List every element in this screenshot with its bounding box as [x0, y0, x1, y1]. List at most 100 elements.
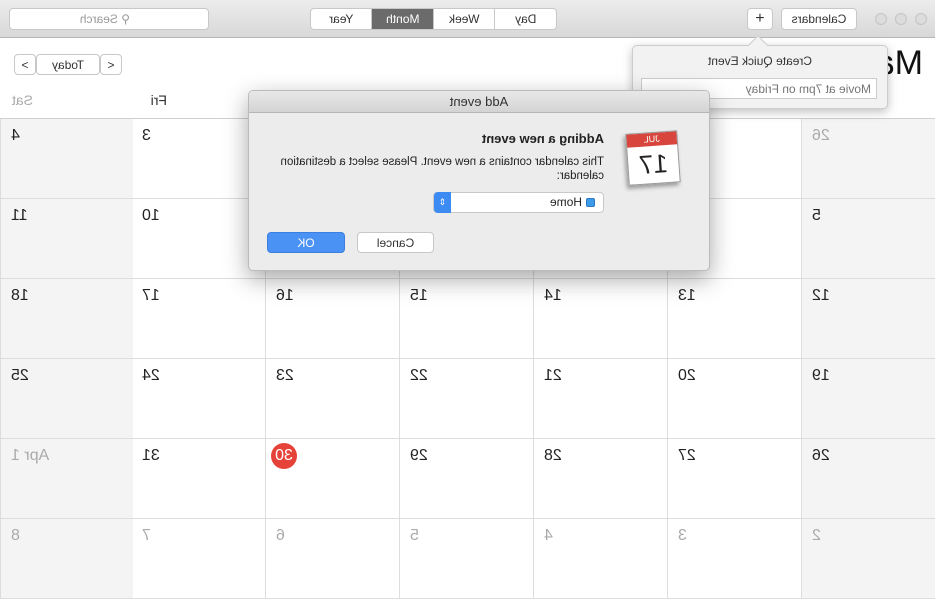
search-input[interactable]: ⚲ Search [9, 8, 209, 30]
prev-month-button[interactable]: < [100, 54, 122, 75]
day-cell[interactable]: 8 [0, 519, 133, 599]
tab-day[interactable]: Day [496, 9, 557, 29]
day-number: 25 [11, 367, 29, 384]
day-cell[interactable]: 12 [801, 279, 935, 359]
dialog-heading: Adding a new event [481, 131, 604, 146]
day-number: 28 [544, 447, 562, 464]
day-cell[interactable]: 21 [533, 359, 667, 439]
day-number: 13 [678, 287, 696, 304]
day-cell[interactable]: 23 [265, 359, 399, 439]
day-number: 18 [11, 287, 29, 304]
day-number: 20 [678, 367, 696, 384]
tab-month[interactable]: Month [372, 9, 434, 29]
add-event-button[interactable]: + [747, 8, 773, 30]
day-number: 24 [142, 367, 160, 384]
day-cell[interactable]: 3 [131, 119, 265, 199]
day-cell[interactable]: 4 [533, 519, 667, 599]
day-number: 11 [11, 207, 28, 224]
day-number: 17 [142, 287, 160, 304]
day-number: 5 [812, 207, 821, 224]
close-button[interactable] [915, 13, 927, 25]
calendar-select-value: Home [549, 195, 582, 209]
dialog-message: This calendar contains a new event. Plea… [280, 156, 604, 182]
day-number: 6 [276, 527, 285, 544]
search-placeholder: Search [79, 12, 118, 26]
today-button[interactable]: Today [36, 54, 100, 75]
day-number: 3 [678, 527, 687, 544]
day-number: 3 [142, 127, 151, 144]
day-number: 5 [410, 527, 419, 544]
cancel-button[interactable]: Cancel [357, 232, 434, 253]
day-number: 10 [142, 207, 160, 224]
day-cell[interactable]: 14 [533, 279, 667, 359]
view-switcher: Day Week Month Year [310, 8, 557, 30]
day-number: 22 [410, 367, 428, 384]
calendars-button[interactable]: Calendars [781, 8, 857, 30]
quick-event-title: Create Quick Event [707, 54, 813, 68]
day-cell[interactable]: 25 [0, 359, 133, 439]
day-number: 26 [812, 127, 830, 144]
tab-week[interactable]: Week [434, 9, 496, 29]
day-cell[interactable]: 16 [265, 279, 399, 359]
day-cell[interactable]: 26 [801, 119, 935, 199]
day-cell[interactable]: 10 [131, 199, 265, 279]
day-number: 15 [410, 287, 428, 304]
day-cell[interactable]: 28 [533, 439, 667, 519]
day-number: 26 [812, 447, 830, 464]
chevron-updown-icon: ⇕ [434, 192, 451, 213]
day-cell[interactable]: 3 [667, 519, 801, 599]
day-number: Apr 1 [11, 447, 50, 464]
day-cell[interactable]: 7 [131, 519, 265, 599]
day-cell[interactable]: 24 [131, 359, 265, 439]
day-number: 4 [544, 527, 553, 544]
day-cell[interactable]: 13 [667, 279, 801, 359]
tab-year[interactable]: Year [311, 9, 373, 29]
day-number: 29 [410, 447, 428, 464]
day-number: 12 [812, 287, 830, 304]
day-cell[interactable]: 27 [667, 439, 801, 519]
day-number: 2 [812, 527, 821, 544]
day-cell[interactable]: 5 [399, 519, 533, 599]
day-cell[interactable]: 31 [131, 439, 265, 519]
day-cell[interactable]: 26 [801, 439, 935, 519]
day-number: 30 [271, 443, 297, 469]
day-number: 14 [544, 287, 562, 304]
day-number: 4 [11, 127, 20, 144]
day-cell[interactable]: 6 [265, 519, 399, 599]
icon-day: 17 [637, 148, 669, 180]
day-cell[interactable]: 15 [399, 279, 533, 359]
calendar-select[interactable]: Home ⇕ [433, 192, 604, 213]
day-number: 23 [276, 367, 294, 384]
day-number: 31 [142, 447, 160, 464]
day-number: 7 [142, 527, 151, 544]
day-cell[interactable]: 18 [0, 279, 133, 359]
day-cell[interactable]: 19 [801, 359, 935, 439]
day-number: 16 [276, 287, 294, 304]
zoom-button[interactable] [875, 13, 887, 25]
day-cell[interactable]: 20 [667, 359, 801, 439]
toolbar: Calendars + Day Week Month Year ⚲ Search [0, 0, 935, 38]
day-number: 21 [544, 367, 562, 384]
next-month-button[interactable]: > [14, 54, 36, 75]
add-event-dialog: Add event JUL 17 Adding a new event This … [248, 90, 710, 271]
minimize-button[interactable] [895, 13, 907, 25]
search-icon: ⚲ [117, 12, 130, 26]
day-cell[interactable]: 22 [399, 359, 533, 439]
day-cell[interactable]: 4 [0, 119, 133, 199]
day-cell[interactable]: 17 [131, 279, 265, 359]
day-cell[interactable]: 30 [265, 439, 399, 519]
day-number: 8 [11, 527, 20, 544]
day-cell[interactable]: 5 [801, 199, 935, 279]
weekday-header: Fri [150, 92, 167, 108]
weekday-header: Sat [11, 92, 33, 108]
day-cell[interactable]: Apr 1 [0, 439, 133, 519]
dialog-title: Add event [249, 91, 709, 113]
calendar-color-swatch [586, 198, 595, 207]
day-cell[interactable]: 2 [801, 519, 935, 599]
day-cell[interactable]: 29 [399, 439, 533, 519]
day-number: 19 [812, 367, 830, 384]
ok-button[interactable]: OK [267, 232, 345, 253]
calendar-app-icon: JUL 17 [625, 130, 681, 186]
day-cell[interactable]: 11 [0, 199, 133, 279]
day-number: 27 [678, 447, 696, 464]
